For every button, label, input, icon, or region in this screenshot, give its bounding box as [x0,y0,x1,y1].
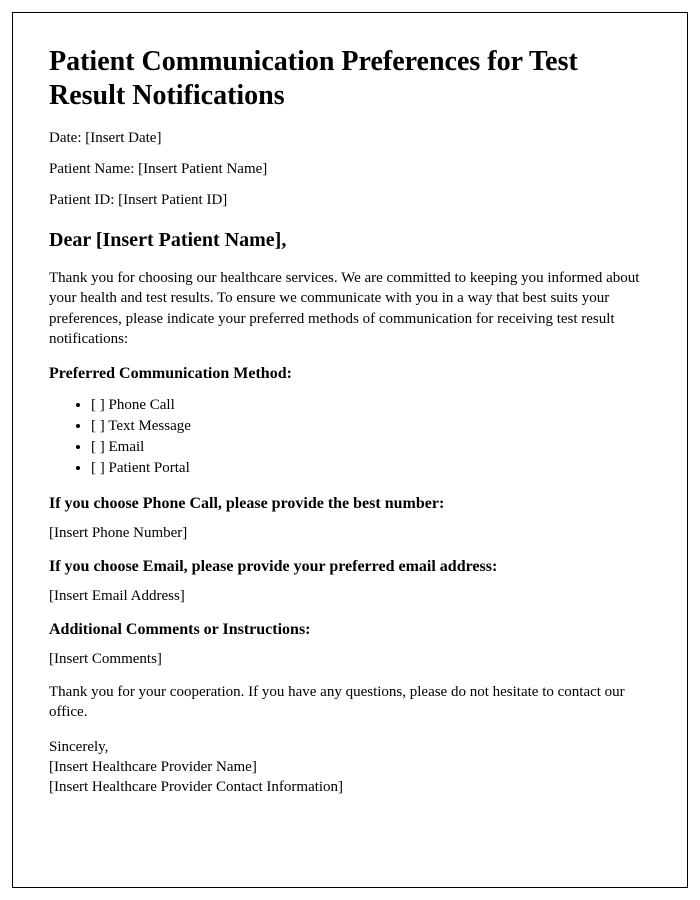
patient-name-label: Patient Name: [49,161,138,177]
meta-patient-name: Patient Name: [Insert Patient Name] [49,161,651,178]
closing-block: Sincerely, [Insert Healthcare Provider N… [49,737,651,798]
patient-name-value: [Insert Patient Name] [138,161,267,177]
phone-section-heading: If you choose Phone Call, please provide… [49,495,651,513]
closing-provider-name: [Insert Healthcare Provider Name] [49,757,651,777]
email-section-heading: If you choose Email, please provide your… [49,558,651,576]
page-title: Patient Communication Preferences for Te… [49,45,651,112]
closing-sincerely: Sincerely, [49,737,651,757]
date-label: Date: [49,130,85,146]
intro-paragraph: Thank you for choosing our healthcare se… [49,268,651,349]
email-placeholder: [Insert Email Address] [49,588,651,605]
closing-provider-contact: [Insert Healthcare Provider Contact Info… [49,777,651,797]
patient-id-value: [Insert Patient ID] [118,192,227,208]
option-text-message: [ ] Text Message [91,416,651,437]
patient-id-label: Patient ID: [49,192,118,208]
option-patient-portal: [ ] Patient Portal [91,458,651,479]
communication-options: [ ] Phone Call [ ] Text Message [ ] Emai… [49,395,651,479]
meta-date: Date: [Insert Date] [49,130,651,147]
option-email: [ ] Email [91,437,651,458]
date-value: [Insert Date] [85,130,161,146]
preferred-method-heading: Preferred Communication Method: [49,365,651,383]
comments-heading: Additional Comments or Instructions: [49,621,651,639]
comments-placeholder: [Insert Comments] [49,651,651,668]
phone-placeholder: [Insert Phone Number] [49,525,651,542]
meta-patient-id: Patient ID: [Insert Patient ID] [49,192,651,209]
salutation: Dear [Insert Patient Name], [49,229,651,252]
option-phone-call: [ ] Phone Call [91,395,651,416]
document-container: Patient Communication Preferences for Te… [12,12,688,888]
thanks-paragraph: Thank you for your cooperation. If you h… [49,682,651,723]
